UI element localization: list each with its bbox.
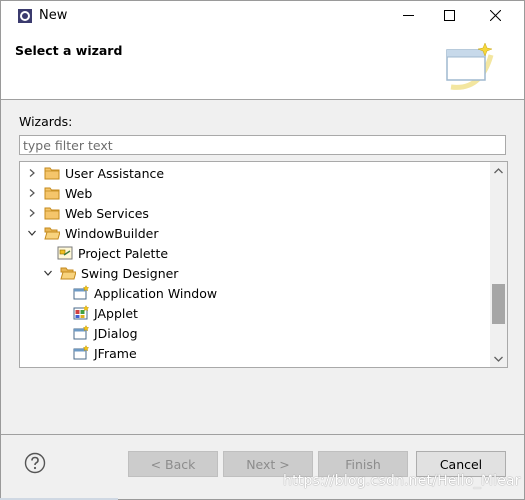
wizard-tree: User Assistance Web Web Services WindowB… — [19, 161, 508, 368]
window-new-icon — [73, 285, 89, 301]
tree-item-windowbuilder[interactable]: WindowBuilder — [25, 223, 159, 243]
maximize-icon — [443, 9, 455, 24]
wizard-banner-icon — [441, 41, 497, 97]
tree-item-swing-designer[interactable]: Swing Designer — [41, 263, 178, 283]
watermark-text: https://blog.csdn.net/Hello_Mlear — [283, 473, 521, 489]
window-new-icon — [73, 345, 89, 361]
folder-open-icon — [60, 265, 76, 281]
close-icon — [489, 9, 501, 24]
tree-item-label: Project Palette — [78, 245, 169, 261]
title-bar: New — [1, 1, 524, 31]
scrollbar-thumb[interactable] — [492, 284, 505, 324]
tree-item-project-palette[interactable]: Project Palette — [57, 243, 168, 263]
tree-item-jframe[interactable]: JFrame — [73, 343, 137, 363]
chevron-right-icon[interactable] — [25, 166, 39, 180]
tree-item-label: JApplet — [94, 305, 138, 321]
close-button[interactable] — [472, 1, 518, 31]
tree-item-label: Web Services — [65, 205, 149, 221]
tree-item-user-assistance[interactable]: User Assistance — [25, 163, 164, 183]
chevron-down-icon[interactable] — [41, 266, 55, 280]
page-title: Select a wizard — [15, 43, 123, 58]
tree-item-label: Web — [65, 185, 93, 201]
minimize-button[interactable] — [385, 1, 431, 31]
applet-icon — [73, 305, 89, 321]
folder-icon — [44, 205, 60, 221]
tree-item-jdialog[interactable]: JDialog — [73, 323, 138, 343]
wizards-label: Wizards: — [19, 114, 73, 129]
scroll-up-icon[interactable] — [490, 162, 507, 179]
chevron-right-icon[interactable] — [25, 206, 39, 220]
tree-item-japplet[interactable]: JApplet — [73, 303, 138, 323]
tree-scrollbar[interactable] — [490, 162, 507, 367]
tree-item-label: JDialog — [94, 325, 138, 341]
tree-item-label: Application Window — [94, 285, 218, 301]
back-button[interactable]: < Back — [128, 451, 218, 477]
folder-icon — [44, 165, 60, 181]
chevron-right-icon[interactable] — [25, 186, 39, 200]
chevron-down-icon[interactable] — [25, 226, 39, 240]
help-icon[interactable] — [24, 452, 46, 474]
window-new-icon — [73, 325, 89, 341]
scroll-down-icon[interactable] — [490, 350, 507, 367]
maximize-button[interactable] — [426, 1, 472, 31]
minimize-icon — [402, 9, 414, 24]
tree-item-application-window[interactable]: Application Window — [73, 283, 217, 303]
filter-input[interactable] — [19, 135, 506, 155]
tree-item-label: WindowBuilder — [65, 225, 159, 241]
tree-item-label: Swing Designer — [81, 265, 179, 281]
window-title: New — [39, 8, 68, 23]
tree-item-web-services[interactable]: Web Services — [25, 203, 149, 223]
palette-icon — [57, 245, 73, 261]
eclipse-icon — [17, 8, 33, 24]
new-wizard-dialog: New Select a wizard Wizards: type filter… — [0, 0, 525, 500]
button-bar-separator — [1, 434, 524, 435]
wizard-header: Select a wizard — [1, 31, 524, 100]
tree-item-label: User Assistance — [65, 165, 165, 181]
tree-item-web[interactable]: Web — [25, 183, 92, 203]
folder-icon — [44, 185, 60, 201]
tree-item-label: JFrame — [94, 345, 137, 361]
folder-open-icon — [44, 225, 60, 241]
